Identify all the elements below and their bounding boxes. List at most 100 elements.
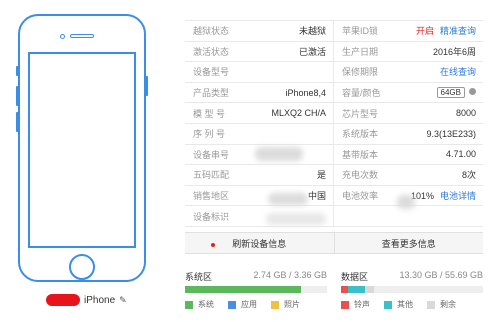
info-key: 销售地区 xyxy=(193,191,230,202)
info-row: 激活状态 已激活 生产日期 2016年6周 xyxy=(185,41,483,63)
legend-label: 铃声 xyxy=(354,300,370,309)
info-value: MLXQ2 CH/A xyxy=(271,108,326,119)
legend-swatch xyxy=(228,300,236,309)
action-bar: 刷新设备信息 查看更多信息 xyxy=(185,232,483,254)
info-row: 五码匹配 是 充电次数 8次 xyxy=(185,165,483,186)
refresh-info-button[interactable]: 刷新设备信息 xyxy=(185,233,334,253)
device-name-label: iPhone xyxy=(84,294,116,306)
info-key: 电池效率 xyxy=(342,191,379,202)
info-key: 苹果ID锁 xyxy=(342,26,379,37)
legend-item: 铃声 xyxy=(341,299,370,310)
system-storage-legend: 系统 应用 照片 xyxy=(185,299,327,310)
legend-label: 剩余 xyxy=(440,300,456,309)
info-key: 产品类型 xyxy=(193,88,230,99)
info-key: 设备型号 xyxy=(193,67,230,78)
legend-item: 照片 xyxy=(271,299,300,310)
info-row: 产品类型 iPhone8,4 容量/颜色 64GB xyxy=(185,82,483,104)
info-key: 容量/颜色 xyxy=(342,88,381,99)
info-row: 销售地区 中国 电池效率 101% 电池详情 xyxy=(185,185,483,207)
info-cell: 五码匹配 是 xyxy=(185,165,334,185)
info-value: 开启 精准查询 xyxy=(416,24,476,37)
info-key: 系统版本 xyxy=(342,129,379,140)
info-link[interactable]: 精准查询 xyxy=(440,26,476,36)
info-value-text: 2016年6周 xyxy=(432,46,476,57)
capacity-badge: 64GB xyxy=(436,87,465,99)
info-value: 2016年6周 xyxy=(433,45,476,58)
info-row: 越狱状态 未越狱 苹果ID锁 开启 精准查询 xyxy=(185,21,483,42)
legend-swatch xyxy=(427,300,435,309)
info-cell: 芯片型号 8000 xyxy=(334,103,483,123)
info-value: 中国 xyxy=(307,191,326,202)
legend-item: 应用 xyxy=(228,299,257,310)
phone-screen xyxy=(28,52,136,248)
info-link[interactable]: 在线查询 xyxy=(440,67,476,77)
system-storage-label: 系统区 xyxy=(185,272,213,282)
info-key: 保修期限 xyxy=(342,67,379,78)
info-cell: 销售地区 中国 xyxy=(185,185,334,206)
info-value: 8次 xyxy=(462,168,476,181)
info-link[interactable]: 电池详情 xyxy=(440,191,476,201)
speaker-icon xyxy=(70,34,94,38)
legend-item: 系统 xyxy=(185,299,214,310)
system-storage-usage: 2.74 GB / 3.36 GB xyxy=(253,270,327,280)
redacted-udid xyxy=(266,213,326,225)
camera-icon xyxy=(60,34,65,39)
redacted-imei xyxy=(268,193,308,205)
info-key: 设备串号 xyxy=(193,149,230,160)
info-value: iPhone8,4 xyxy=(285,87,326,98)
data-storage-label: 数据区 xyxy=(341,272,369,282)
info-cell: 苹果ID锁 开启 精准查询 xyxy=(334,21,483,41)
device-name[interactable]: iPhone ✎ xyxy=(46,293,127,307)
info-key: 序 列 号 xyxy=(193,129,226,140)
notification-dot xyxy=(211,243,215,247)
data-storage-bar xyxy=(341,286,483,293)
info-key: 模 型 号 xyxy=(193,108,226,119)
info-cell: 越狱状态 未越狱 xyxy=(185,21,334,41)
info-value-text: 8000 xyxy=(455,108,476,119)
legend-swatch xyxy=(341,300,349,309)
info-row: 设备标识 xyxy=(185,206,483,227)
info-row: 设备型号 保修期限 在线查询 xyxy=(185,62,483,83)
info-row: 设备串号 基带版本 4.71.00 xyxy=(185,144,483,166)
data-storage-segment xyxy=(348,286,366,293)
info-value: 8000 xyxy=(456,108,476,118)
info-value: 是 xyxy=(316,170,326,181)
redacted-battery xyxy=(397,195,415,209)
info-value: 4.71.00 xyxy=(446,149,476,159)
data-storage-legend: 铃声 其他 剩余 xyxy=(341,299,483,310)
volume-up-button xyxy=(16,86,19,106)
system-storage-fill xyxy=(185,286,301,293)
mute-switch xyxy=(16,66,19,76)
info-value: 9.3(13E233) xyxy=(426,129,476,139)
info-value-text: 8次 xyxy=(461,170,476,181)
legend-swatch xyxy=(185,300,193,309)
info-key: 设备标识 xyxy=(193,211,230,222)
redacted-name xyxy=(46,294,80,306)
info-value-text: 4.71.00 xyxy=(445,149,476,160)
legend-item: 剩余 xyxy=(427,299,456,310)
legend-swatch xyxy=(271,300,279,309)
view-more-button[interactable]: 查看更多信息 xyxy=(333,233,484,253)
system-storage: 系统区 2.74 GB / 3.36 GB 系统 应用 照片 xyxy=(185,270,327,310)
legend-label: 应用 xyxy=(241,300,257,309)
legend-label: 其他 xyxy=(397,300,413,309)
legend-label: 系统 xyxy=(198,300,214,309)
info-cell: 容量/颜色 64GB xyxy=(334,83,483,103)
volume-down-button xyxy=(16,112,19,132)
device-info-table: 越狱状态 未越狱 苹果ID锁 开启 精准查询 激活状态 已激活 生产日期 2016年6周 设备型号… xyxy=(185,20,483,227)
data-storage-usage: 13.30 GB / 55.69 GB xyxy=(399,270,483,280)
data-storage-segment xyxy=(365,286,374,293)
info-value: 64GB xyxy=(436,87,476,99)
home-button-icon xyxy=(69,254,95,280)
legend-swatch xyxy=(384,300,392,309)
info-value: 101% 电池详情 xyxy=(411,189,476,202)
info-key: 五码匹配 xyxy=(193,170,230,181)
pencil-icon[interactable]: ✎ xyxy=(119,295,127,306)
info-key: 激活状态 xyxy=(193,46,230,57)
info-row: 模 型 号 MLXQ2 CH/A 芯片型号 8000 xyxy=(185,103,483,124)
legend-item: 其他 xyxy=(384,299,413,310)
info-key: 生产日期 xyxy=(342,46,379,57)
redacted-serial xyxy=(255,147,303,161)
info-value-text: 开启 xyxy=(415,26,434,37)
info-key: 越狱状态 xyxy=(193,26,230,37)
